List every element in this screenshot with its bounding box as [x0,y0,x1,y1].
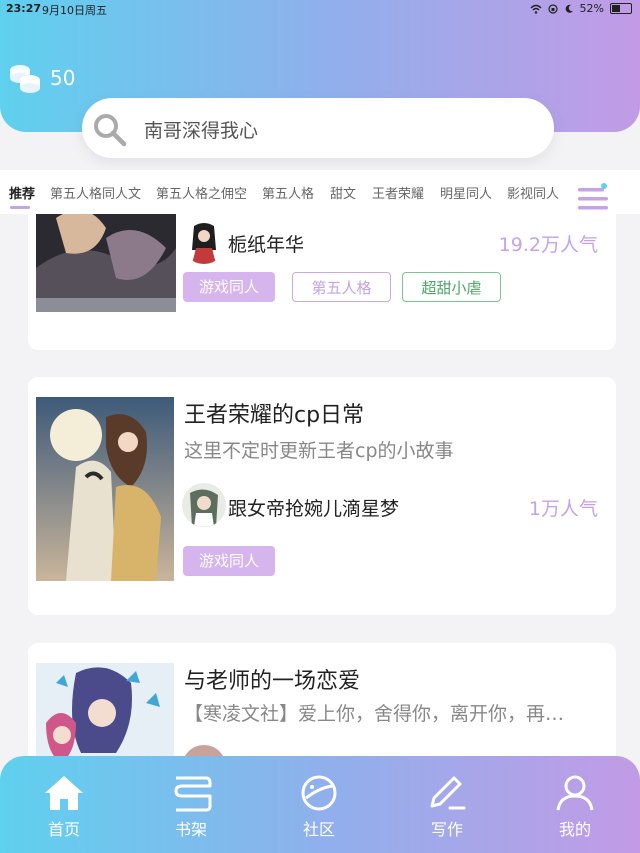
tab-honor-of-kings[interactable]: 王者荣耀 [372,183,424,202]
book-cover-image [36,663,174,756]
moon-icon [565,4,573,13]
nav-profile[interactable]: 我的 [535,774,615,840]
book-card[interactable]: 栀纸年华 19.2万人气 游戏同人 第五人格 超甜小虐 [28,214,616,350]
planet-icon [301,775,337,811]
book-title[interactable]: 与老师的一场恋爱 [184,663,360,695]
nav-home[interactable]: 首页 [24,774,104,840]
status-date: 9月10日周五 [42,4,107,17]
nav-bookshelf-label: 书架 [174,820,207,839]
book-list: 栀纸年华 19.2万人气 游戏同人 第五人格 超甜小虐 王者荣耀的cp日常 这里… [0,214,640,756]
wifi-icon [530,4,542,14]
tab-recommend[interactable]: 推荐 [9,183,35,202]
tab-identity-v[interactable]: 第五人格 [262,183,314,202]
battery-level [612,5,621,12]
tab-identity-v-fanfic[interactable]: 第五人格同人文 [50,183,141,202]
pen-icon [430,776,466,810]
search-icon [94,114,127,147]
category-tabs: 推荐 第五人格同人文 第五人格之佣空 第五人格 甜文 王者荣耀 明星同人 影视同… [0,170,640,214]
search-input[interactable]: 南哥深得我心 [144,116,258,143]
author-name: 跟女帝抢婉儿滴星梦 [228,498,400,520]
status-time: 23:27 [6,2,42,15]
coin-balance[interactable]: 50 [8,62,75,94]
user-icon [556,775,594,811]
tab-sweet[interactable]: 甜文 [330,183,356,202]
tag-game-fanfic[interactable]: 游戏同人 [183,272,276,302]
tab-celebrity-fanfic[interactable]: 明星同人 [440,183,492,202]
book-description: 这里不定时更新王者cp的小故事 [184,440,454,462]
bottom-navigation: 首页 书架 社区 写作 我的 [0,756,640,853]
book-card[interactable]: 与老师的一场恋爱 【寒凌文社】爱上你，舍得你，离开你，再… [28,643,616,756]
battery-icon [610,3,632,14]
header: 23:27 9月10日周五 52% 50 南哥深得我心 [0,0,640,158]
book-title[interactable]: 王者荣耀的cp日常 [184,397,364,429]
nav-bookshelf[interactable]: 书架 [151,774,231,840]
author-avatar[interactable] [182,745,226,756]
search-bar[interactable]: 南哥深得我心 [82,98,554,158]
tab-identity-v-mercenary[interactable]: 第五人格之佣空 [156,183,247,202]
coins-icon [10,65,40,93]
tag-identity-v[interactable]: 第五人格 [292,272,391,302]
book-cover-image [36,397,174,581]
nav-profile-label: 我的 [558,820,591,839]
tag-sweet-angst[interactable]: 超甜小虐 [402,272,501,302]
book-card[interactable]: 王者荣耀的cp日常 这里不定时更新王者cp的小故事 跟女帝抢婉儿滴星梦 1万人气… [28,377,616,615]
status-bar: 23:27 9月10日周五 52% [0,0,640,18]
lock-rotation-icon [547,3,558,14]
author-avatar[interactable] [182,483,226,527]
battery-percent: 52% [579,2,604,15]
active-tab-indicator [10,206,30,209]
popularity: 1万人气 [528,498,598,520]
book-description: 【寒凌文社】爱上你，舍得你，离开你，再… [184,703,565,725]
author-name: 栀纸年华 [228,234,305,256]
tag-game-fanfic[interactable]: 游戏同人 [183,546,276,576]
avatar-image [182,483,226,527]
nav-community-label: 社区 [302,820,335,839]
nav-home-label: 首页 [47,820,80,839]
nav-community[interactable]: 社区 [279,774,359,840]
category-menu-icon[interactable] [574,182,612,214]
bookshelf-icon [174,776,212,812]
status-indicators: 52% [530,2,632,15]
book-cover-image [36,214,176,312]
avatar-image [182,220,226,264]
nav-write-label: 写作 [430,820,463,839]
nav-write[interactable]: 写作 [407,774,487,840]
author-avatar[interactable] [182,220,226,264]
coin-count: 50 [50,66,76,90]
home-icon [45,776,83,810]
popularity: 19.2万人气 [498,234,598,256]
tab-film-fanfic[interactable]: 影视同人 [507,183,559,202]
